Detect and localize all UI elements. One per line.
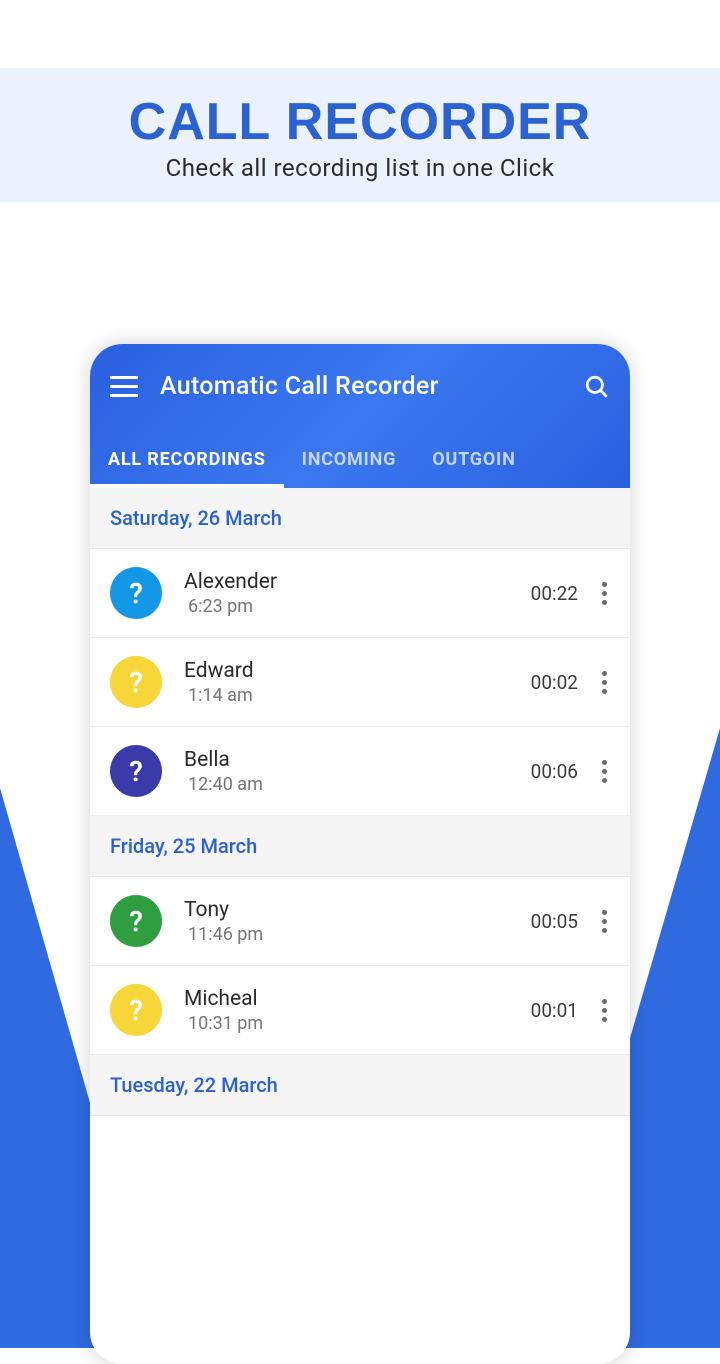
call-duration: 00:22 [531,582,578,605]
more-options-icon[interactable] [592,999,616,1022]
avatar: ? [110,656,162,708]
call-time: 12:40 am [188,774,531,795]
call-duration: 00:06 [531,760,578,783]
call-duration: 00:05 [531,910,578,933]
contact-name: Edward [184,659,531,683]
avatar: ? [110,567,162,619]
call-duration: 00:01 [531,999,578,1022]
section-header: Saturday, 26 March [90,488,630,549]
banner-subtitle: Check all recording list in one Click [0,154,720,182]
recording-info: Tony11:46 pm [184,898,531,945]
phone-frame: Automatic Call Recorder ALL RECORDINGSIN… [90,344,630,1364]
tabs-container: ALL RECORDINGSINCOMINGOUTGOIN [90,417,630,488]
app-title: Automatic Call Recorder [160,372,439,401]
more-options-icon[interactable] [592,671,616,694]
recording-info: Alexender6:23 pm [184,570,531,617]
recording-info: Edward1:14 am [184,659,531,706]
contact-name: Alexender [184,570,531,594]
search-icon[interactable] [584,374,610,400]
app-bar: Automatic Call Recorder ALL RECORDINGSIN… [90,344,630,488]
recording-row[interactable]: ? Edward1:14 am00:02 [90,638,630,727]
tab-outgoin[interactable]: OUTGOIN [414,449,533,488]
hamburger-menu-icon[interactable] [110,376,138,397]
section-header: Friday, 25 March [90,816,630,877]
call-time: 11:46 pm [188,924,531,945]
section-header: Tuesday, 22 March [90,1055,630,1116]
tab-all-recordings[interactable]: ALL RECORDINGS [90,449,284,488]
contact-name: Micheal [184,987,531,1011]
banner-title: CALL RECORDER [0,92,720,152]
recording-row[interactable]: ? Micheal10:31 pm00:01 [90,966,630,1055]
contact-name: Bella [184,748,531,772]
more-options-icon[interactable] [592,910,616,933]
avatar: ? [110,745,162,797]
recording-row[interactable]: ? Alexender6:23 pm00:22 [90,549,630,638]
promo-banner: CALL RECORDER Check all recording list i… [0,68,720,202]
recording-info: Bella12:40 am [184,748,531,795]
call-time: 1:14 am [188,685,531,706]
contact-name: Tony [184,898,531,922]
avatar: ? [110,895,162,947]
recording-row[interactable]: ? Bella12:40 am00:06 [90,727,630,816]
call-time: 10:31 pm [188,1013,531,1034]
tab-incoming[interactable]: INCOMING [284,449,415,488]
more-options-icon[interactable] [592,582,616,605]
recording-info: Micheal10:31 pm [184,987,531,1034]
call-time: 6:23 pm [188,596,531,617]
more-options-icon[interactable] [592,760,616,783]
avatar: ? [110,984,162,1036]
recordings-list[interactable]: Saturday, 26 March? Alexender6:23 pm00:22… [90,488,630,1116]
recording-row[interactable]: ? Tony11:46 pm00:05 [90,877,630,966]
call-duration: 00:02 [531,671,578,694]
